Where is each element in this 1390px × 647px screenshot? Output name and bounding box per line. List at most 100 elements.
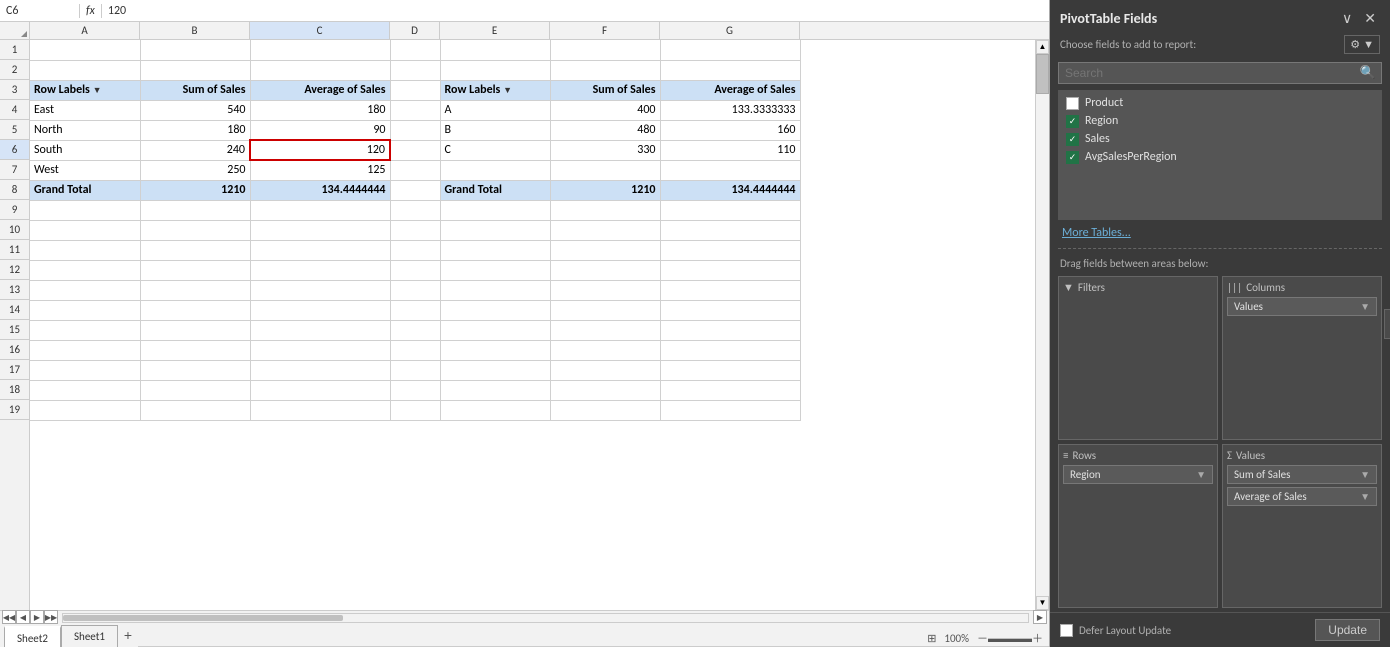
- cell-g1[interactable]: [660, 40, 800, 60]
- col-header-d[interactable]: D: [390, 22, 440, 39]
- scroll-up-button[interactable]: ▲: [1036, 40, 1049, 54]
- cell-g7[interactable]: [660, 160, 800, 180]
- sheet-nav-next[interactable]: ▶: [30, 610, 44, 624]
- search-input[interactable]: [1058, 62, 1382, 84]
- cell-e5[interactable]: B: [440, 120, 550, 140]
- row-header-2[interactable]: 2: [0, 60, 29, 80]
- cell-f8[interactable]: 1210: [550, 180, 660, 200]
- col-header-c[interactable]: C: [250, 22, 390, 39]
- cell-b7[interactable]: 250: [140, 160, 250, 180]
- col-header-e[interactable]: E: [440, 22, 550, 39]
- cell-f3[interactable]: Sum of Sales: [550, 80, 660, 100]
- cell-f7[interactable]: [550, 160, 660, 180]
- sheet-nav-first[interactable]: ◀◀: [2, 610, 16, 624]
- formula-content[interactable]: 120: [102, 4, 1049, 18]
- field-checkbox-sales[interactable]: [1066, 133, 1079, 146]
- cell-b6[interactable]: 240: [140, 140, 250, 160]
- cell-c8[interactable]: 134.4444444: [250, 180, 390, 200]
- row-header-17[interactable]: 17: [0, 360, 29, 380]
- cell-c2[interactable]: [250, 60, 390, 80]
- gear-settings-button[interactable]: ⚙ ▼: [1344, 35, 1380, 54]
- scroll-down-button[interactable]: ▼: [1036, 596, 1049, 610]
- cell-g8[interactable]: 134.4444444: [660, 180, 800, 200]
- field-tag-dropdown-icon[interactable]: ▼: [1360, 300, 1370, 313]
- cell-f4[interactable]: 400: [550, 100, 660, 120]
- cell-f6[interactable]: 330: [550, 140, 660, 160]
- row-header-10[interactable]: 10: [0, 220, 29, 240]
- sheet-tab-sheet1[interactable]: Sheet1: [61, 625, 118, 647]
- cell-g2[interactable]: [660, 60, 800, 80]
- cell-e8[interactable]: Grand Total: [440, 180, 550, 200]
- cell-e6[interactable]: C: [440, 140, 550, 160]
- field-item-avgsalesperregion[interactable]: AvgSalesPerRegion: [1062, 148, 1378, 166]
- cell-f1[interactable]: [550, 40, 660, 60]
- sheet-nav-prev[interactable]: ◀: [16, 610, 30, 624]
- row-header-4[interactable]: 4: [0, 100, 29, 120]
- values-avg-dropdown-icon[interactable]: ▼: [1360, 490, 1370, 503]
- cell-c1[interactable]: [250, 40, 390, 60]
- cell-a1[interactable]: [30, 40, 140, 60]
- row-header-12[interactable]: 12: [0, 260, 29, 280]
- scroll-right-button[interactable]: ▶: [1033, 610, 1047, 624]
- row-header-13[interactable]: 13: [0, 280, 29, 300]
- scroll-track[interactable]: [1036, 54, 1049, 596]
- cell-d6[interactable]: [390, 140, 440, 160]
- cell-a7[interactable]: West: [30, 160, 140, 180]
- corner-cell[interactable]: [0, 22, 30, 39]
- cell-a4[interactable]: East: [30, 100, 140, 120]
- cell-c7[interactable]: 125: [250, 160, 390, 180]
- row-header-16[interactable]: 16: [0, 340, 29, 360]
- field-checkbox-avgsalesperregion[interactable]: [1066, 151, 1079, 164]
- cell-c6[interactable]: 120: [250, 140, 390, 160]
- cell-d8[interactable]: [390, 180, 440, 200]
- values-field-avg[interactable]: Average of Sales ▼: [1227, 487, 1377, 506]
- cell-b2[interactable]: [140, 60, 250, 80]
- cell-e1[interactable]: [440, 40, 550, 60]
- row-header-18[interactable]: 18: [0, 380, 29, 400]
- col-header-b[interactable]: B: [140, 22, 250, 39]
- cell-b1[interactable]: [140, 40, 250, 60]
- panel-expand-button[interactable]: ‹: [1384, 309, 1390, 339]
- cell-d1[interactable]: [390, 40, 440, 60]
- row-header-11[interactable]: 11: [0, 240, 29, 260]
- add-sheet-button[interactable]: +: [118, 625, 138, 645]
- sheet-nav-last[interactable]: ▶▶: [44, 610, 58, 624]
- col-header-a[interactable]: A: [30, 22, 140, 39]
- row-header-3[interactable]: 3: [0, 80, 29, 100]
- cell-f2[interactable]: [550, 60, 660, 80]
- rows-field-region[interactable]: Region ▼: [1063, 465, 1213, 484]
- col-header-f[interactable]: F: [550, 22, 660, 39]
- field-checkbox-region[interactable]: [1066, 115, 1079, 128]
- cell-b8[interactable]: 1210: [140, 180, 250, 200]
- field-checkbox-product[interactable]: [1066, 97, 1079, 110]
- field-item-sales[interactable]: Sales: [1062, 130, 1378, 148]
- cell-d2[interactable]: [390, 60, 440, 80]
- cell-d3[interactable]: [390, 80, 440, 100]
- more-tables-link[interactable]: More Tables...: [1050, 222, 1390, 244]
- cell-a6[interactable]: South: [30, 140, 140, 160]
- cell-d4[interactable]: [390, 100, 440, 120]
- cell-f5[interactable]: 480: [550, 120, 660, 140]
- cell-g4[interactable]: 133.3333333: [660, 100, 800, 120]
- row-header-8[interactable]: 8: [0, 180, 29, 200]
- cell-d7[interactable]: [390, 160, 440, 180]
- zoom-slider[interactable]: －▬▬▬▬＋: [977, 630, 1043, 646]
- row-header-14[interactable]: 14: [0, 300, 29, 320]
- update-button[interactable]: Update: [1315, 619, 1380, 641]
- cell-d5[interactable]: [390, 120, 440, 140]
- field-item-product[interactable]: Product: [1062, 94, 1378, 112]
- row-header-19[interactable]: 19: [0, 400, 29, 420]
- rows-field-dropdown-icon[interactable]: ▼: [1196, 468, 1206, 481]
- cell-g6[interactable]: 110: [660, 140, 800, 160]
- field-item-region[interactable]: Region: [1062, 112, 1378, 130]
- values-field-sum[interactable]: Sum of Sales ▼: [1227, 465, 1377, 484]
- cell-c5[interactable]: 90: [250, 120, 390, 140]
- vertical-scrollbar[interactable]: ▲ ▼: [1035, 40, 1049, 610]
- row-header-5[interactable]: 5: [0, 120, 29, 140]
- cell-g3[interactable]: Average of Sales: [660, 80, 800, 100]
- row-header-1[interactable]: 1: [0, 40, 29, 60]
- row-header-15[interactable]: 15: [0, 320, 29, 340]
- name-box[interactable]: C6: [0, 4, 80, 18]
- cell-c4[interactable]: 180: [250, 100, 390, 120]
- cell-g5[interactable]: 160: [660, 120, 800, 140]
